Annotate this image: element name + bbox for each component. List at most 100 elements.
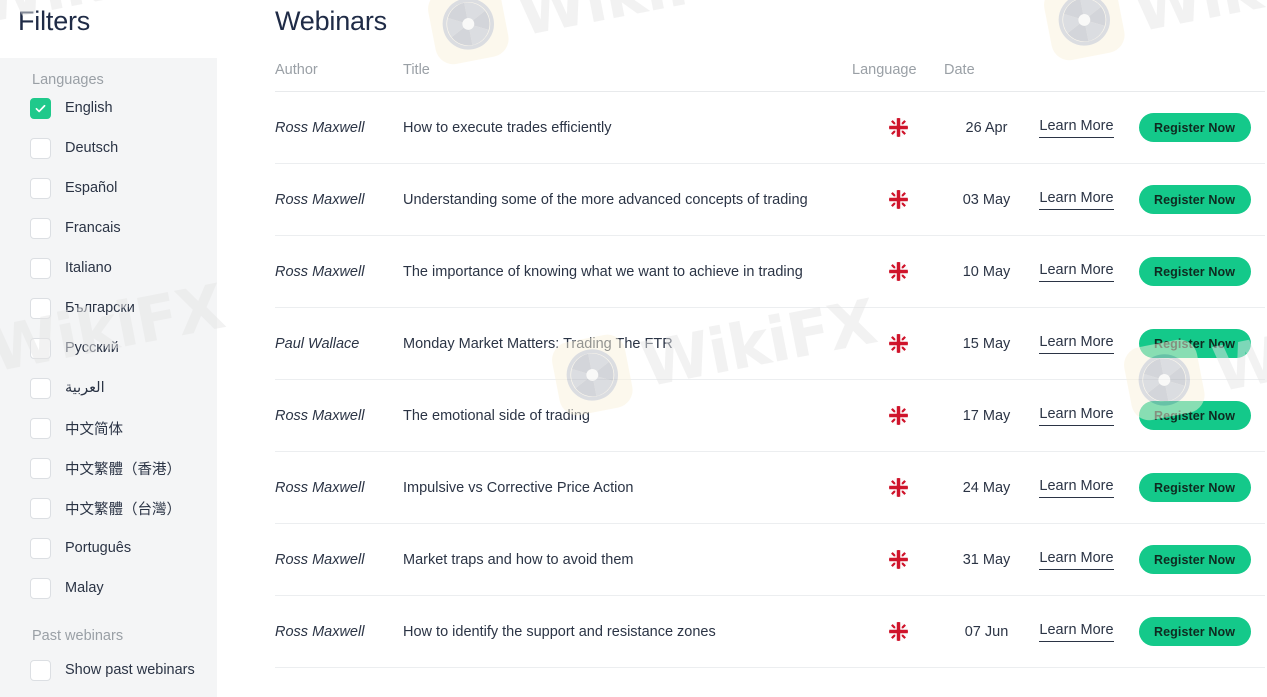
language-filter-option-label: Português bbox=[65, 540, 132, 556]
language-filter-option-label: Русский bbox=[65, 340, 119, 356]
webinar-language-cell bbox=[852, 622, 944, 641]
language-filter-checkbox[interactable] bbox=[30, 337, 51, 359]
language-filter-checkbox[interactable] bbox=[30, 497, 51, 519]
language-filter-option[interactable]: 中文简体 bbox=[0, 408, 217, 448]
language-filter-option-label: English bbox=[65, 100, 113, 116]
language-filter-option-label: Español bbox=[65, 180, 118, 196]
check-icon bbox=[35, 104, 46, 112]
language-filter-checkbox[interactable] bbox=[30, 417, 51, 439]
language-filter-option-label: العربية bbox=[65, 380, 105, 396]
webinar-author: Ross Maxwell bbox=[275, 119, 365, 136]
language-filter-option[interactable]: English bbox=[0, 88, 217, 128]
past-webinars-filter-option[interactable]: Show past webinars bbox=[0, 650, 217, 690]
language-filter-option-label: Deutsch bbox=[65, 140, 119, 156]
webinar-author: Ross Maxwell bbox=[275, 479, 365, 496]
table-row: Ross Maxwell The emotional side of tradin… bbox=[275, 380, 1265, 452]
table-row: Ross Maxwell How to identify the support … bbox=[275, 596, 1265, 668]
webinar-title: The emotional side of trading bbox=[403, 407, 590, 424]
webinar-author: Ross Maxwell bbox=[275, 263, 365, 280]
webinar-language-cell bbox=[852, 550, 944, 569]
learn-more-link[interactable]: Learn More bbox=[1039, 550, 1114, 570]
table-row: Ross Maxwell The importance of knowing wh… bbox=[275, 236, 1265, 308]
register-now-button[interactable]: Register Now bbox=[1138, 185, 1251, 214]
webinar-title: How to execute trades efficiently bbox=[403, 119, 612, 136]
webinar-date: 10 May bbox=[962, 263, 1011, 280]
webinar-author: Ross Maxwell bbox=[275, 191, 365, 208]
column-header-title: Title bbox=[403, 62, 430, 78]
webinar-date: 07 Jun bbox=[964, 623, 1009, 640]
language-filter-checkbox[interactable] bbox=[30, 97, 51, 119]
language-filter-option[interactable]: Malay bbox=[0, 568, 217, 608]
learn-more-link[interactable]: Learn More bbox=[1039, 190, 1114, 210]
language-filter-option-label: 中文简体 bbox=[65, 421, 123, 438]
language-filter-option[interactable]: العربية bbox=[0, 368, 217, 408]
webinar-language-cell bbox=[852, 334, 944, 353]
learn-more-link[interactable]: Learn More bbox=[1039, 334, 1114, 354]
language-filter-checkbox[interactable] bbox=[30, 577, 51, 599]
language-filter-checkbox[interactable] bbox=[30, 377, 51, 399]
past-webinars-filter-checkbox[interactable] bbox=[30, 659, 51, 681]
uk-flag-icon bbox=[888, 334, 908, 353]
webinar-language-cell bbox=[852, 478, 944, 497]
language-filter-option-label: Francais bbox=[65, 220, 121, 236]
language-filter-checkbox[interactable] bbox=[30, 457, 51, 479]
languages-filter-group: Languages English Deutsch Español Francais I… bbox=[0, 58, 217, 608]
webinar-date: 26 Apr bbox=[965, 119, 1008, 136]
language-filter-option[interactable]: Русский bbox=[0, 328, 217, 368]
uk-flag-icon bbox=[888, 406, 908, 425]
register-now-button[interactable]: Register Now bbox=[1138, 113, 1251, 142]
language-filter-option[interactable]: Español bbox=[0, 168, 217, 208]
language-filter-option[interactable]: Italiano bbox=[0, 248, 217, 288]
register-now-button[interactable]: Register Now bbox=[1138, 473, 1251, 502]
language-filter-option[interactable]: Deutsch bbox=[0, 128, 217, 168]
register-now-button[interactable]: Register Now bbox=[1138, 545, 1251, 574]
column-header-author: Author bbox=[275, 62, 318, 78]
uk-flag-icon bbox=[888, 262, 908, 281]
webinar-language-cell bbox=[852, 406, 944, 425]
past-webinars-group-label: Past webinars bbox=[32, 628, 124, 644]
uk-flag-icon bbox=[888, 118, 908, 137]
register-now-button[interactable]: Register Now bbox=[1138, 617, 1251, 646]
filters-sidebar: Filters Languages English Deutsch Español F… bbox=[0, 0, 240, 697]
language-filter-checkbox[interactable] bbox=[30, 137, 51, 159]
table-body: Ross Maxwell How to execute trades effici… bbox=[275, 92, 1265, 668]
table-row: Paul Wallace Monday Market Matters: Tradi… bbox=[275, 308, 1265, 380]
table-row: Ross Maxwell Market traps and how to avoi… bbox=[275, 524, 1265, 596]
past-webinars-filter-group: Past webinars Show past webinars bbox=[0, 628, 217, 690]
register-now-button[interactable]: Register Now bbox=[1138, 257, 1251, 286]
language-filter-checkbox[interactable] bbox=[30, 297, 51, 319]
webinar-title: Monday Market Matters: Trading The FTR bbox=[403, 335, 673, 352]
language-filter-checkbox[interactable] bbox=[30, 537, 51, 559]
webinar-date: 15 May bbox=[962, 335, 1011, 352]
table-row: Ross Maxwell How to execute trades effici… bbox=[275, 92, 1265, 164]
learn-more-link[interactable]: Learn More bbox=[1039, 118, 1114, 138]
learn-more-link[interactable]: Learn More bbox=[1039, 262, 1114, 282]
uk-flag-icon bbox=[888, 622, 908, 641]
webinar-title: Impulsive vs Corrective Price Action bbox=[403, 479, 634, 496]
webinars-main: Webinars Author Title Language Date Ross… bbox=[240, 0, 1267, 697]
language-filter-option-label: Български bbox=[65, 300, 135, 316]
language-filter-checkbox[interactable] bbox=[30, 257, 51, 279]
learn-more-link[interactable]: Learn More bbox=[1039, 622, 1114, 642]
language-filter-checkbox[interactable] bbox=[30, 217, 51, 239]
language-filter-option[interactable]: 中文繁體（台灣） bbox=[0, 488, 217, 528]
register-now-button[interactable]: Register Now bbox=[1138, 401, 1251, 430]
webinar-author: Ross Maxwell bbox=[275, 551, 365, 568]
language-filter-option[interactable]: Български bbox=[0, 288, 217, 328]
webinar-date: 03 May bbox=[962, 191, 1011, 208]
language-filter-option[interactable]: Português bbox=[0, 528, 217, 568]
page-title: Webinars bbox=[275, 6, 387, 36]
learn-more-link[interactable]: Learn More bbox=[1039, 406, 1114, 426]
webinar-title: How to identify the support and resistan… bbox=[403, 623, 716, 640]
language-filter-option[interactable]: 中文繁體（香港） bbox=[0, 448, 217, 488]
uk-flag-icon bbox=[888, 190, 908, 209]
filters-heading: Filters bbox=[18, 6, 91, 36]
language-filter-option[interactable]: Francais bbox=[0, 208, 217, 248]
webinars-table: Author Title Language Date Ross Maxwell H… bbox=[275, 62, 1265, 668]
webinar-language-cell bbox=[852, 190, 944, 209]
language-filter-checkbox[interactable] bbox=[30, 177, 51, 199]
webinars-page: Filters Languages English Deutsch Español F… bbox=[0, 0, 1267, 697]
register-now-button[interactable]: Register Now bbox=[1138, 329, 1251, 358]
learn-more-link[interactable]: Learn More bbox=[1039, 478, 1114, 498]
webinar-author: Ross Maxwell bbox=[275, 407, 365, 424]
